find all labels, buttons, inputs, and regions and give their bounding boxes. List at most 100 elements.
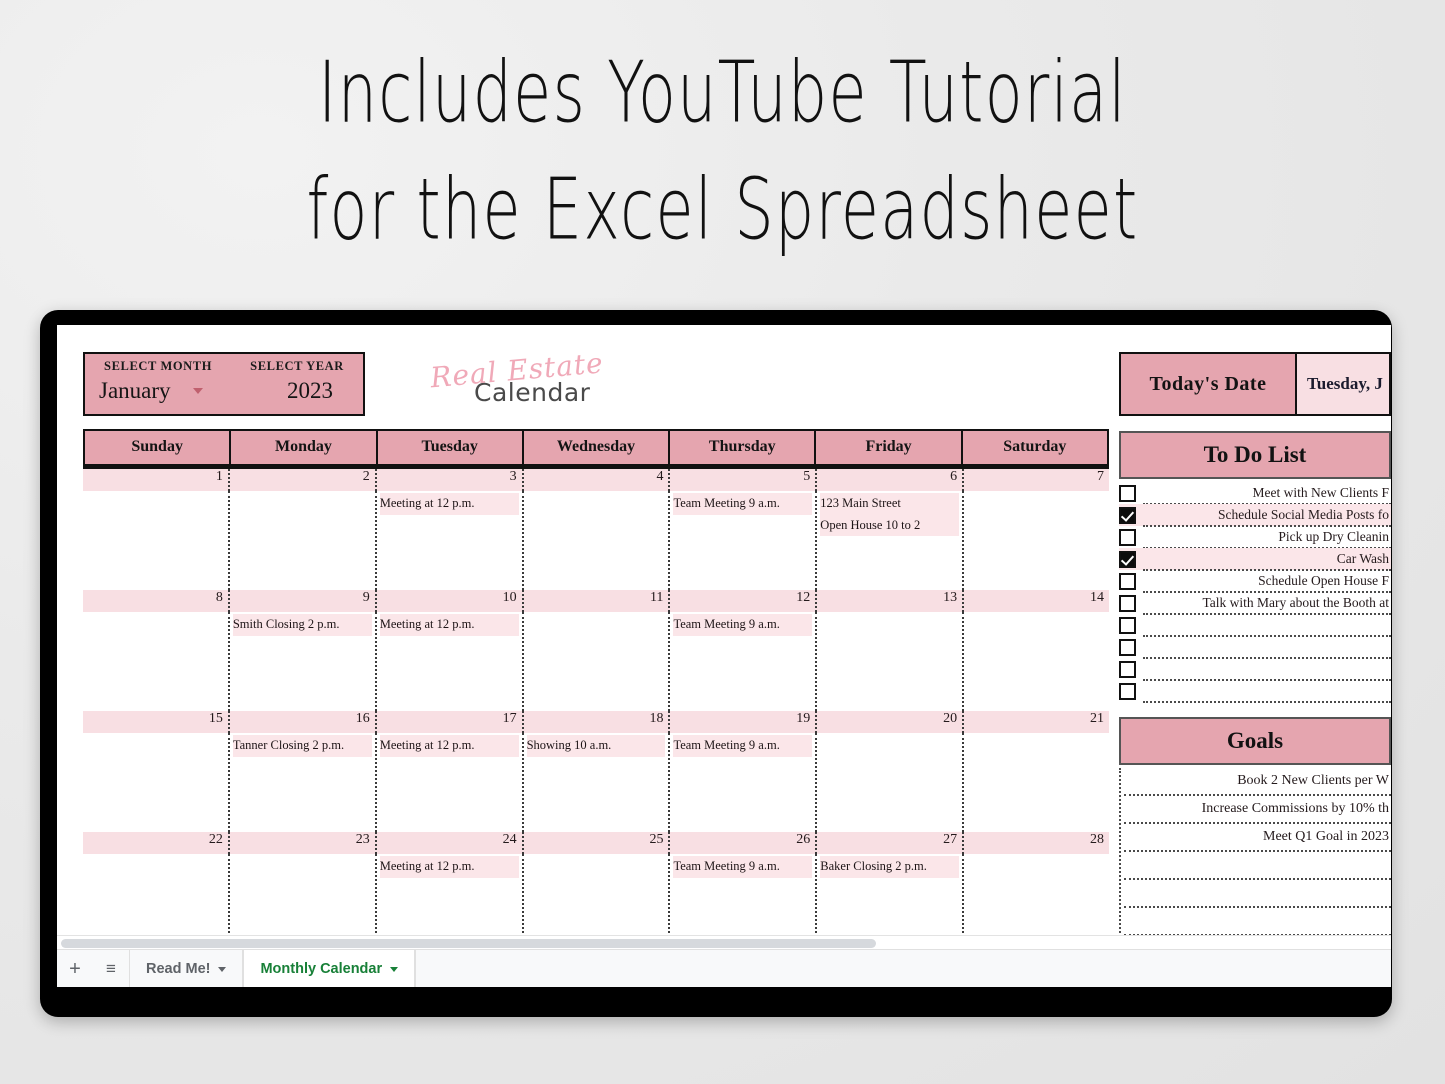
calendar-day-cell[interactable] bbox=[964, 612, 1109, 711]
calendar-day-cell[interactable]: Meeting at 12 p.m. bbox=[377, 854, 524, 935]
all-sheets-icon[interactable]: ≡ bbox=[93, 950, 129, 987]
day-number[interactable]: 22 bbox=[83, 832, 230, 854]
todo-item[interactable] bbox=[1119, 614, 1391, 637]
todo-item-label[interactable]: Talk with Mary about the Booth at bbox=[1143, 592, 1391, 615]
sheet-tab-monthly-calendar[interactable]: Monthly Calendar bbox=[243, 950, 416, 987]
calendar-day-cell[interactable]: Team Meeting 9 a.m. bbox=[670, 854, 818, 935]
day-number[interactable]: 28 bbox=[964, 832, 1109, 854]
checkbox-icon[interactable] bbox=[1119, 572, 1136, 590]
day-number[interactable]: 12 bbox=[670, 590, 818, 612]
calendar-day-cell[interactable] bbox=[230, 491, 377, 590]
calendar-day-cell[interactable]: Meeting at 12 p.m. bbox=[377, 733, 524, 832]
sheet-tab-read-me[interactable]: Read Me! bbox=[129, 950, 244, 987]
day-number[interactable]: 24 bbox=[377, 832, 524, 854]
calendar-day-cell[interactable] bbox=[83, 491, 230, 590]
chevron-down-icon[interactable] bbox=[218, 966, 227, 972]
calendar-day-cell[interactable]: Showing 10 a.m. bbox=[524, 733, 671, 832]
day-number[interactable]: 14 bbox=[964, 590, 1109, 612]
day-number[interactable]: 10 bbox=[377, 590, 524, 612]
calendar-day-cell[interactable] bbox=[964, 733, 1109, 832]
todo-item[interactable] bbox=[1119, 658, 1391, 681]
todo-item[interactable]: Schedule Open House F bbox=[1119, 570, 1391, 593]
horizontal-scrollbar-thumb[interactable] bbox=[61, 939, 876, 948]
checkbox-icon[interactable] bbox=[1119, 616, 1136, 634]
calendar-day-cell[interactable] bbox=[524, 491, 671, 590]
todo-item[interactable]: Pick up Dry Cleanin bbox=[1119, 526, 1391, 549]
goal-item[interactable]: Meet Q1 Goal in 2023 bbox=[1124, 824, 1391, 852]
todo-item-label[interactable] bbox=[1143, 636, 1391, 659]
todo-item[interactable] bbox=[1119, 680, 1391, 703]
day-number[interactable]: 4 bbox=[524, 469, 671, 491]
calendar-day-cell[interactable]: Team Meeting 9 a.m. bbox=[670, 612, 818, 711]
day-number[interactable]: 27 bbox=[817, 832, 965, 854]
calendar-day-cell[interactable] bbox=[83, 733, 230, 832]
day-number[interactable]: 25 bbox=[524, 832, 671, 854]
calendar-day-cell[interactable] bbox=[524, 854, 671, 935]
calendar-day-cell[interactable] bbox=[964, 491, 1109, 590]
goal-item[interactable] bbox=[1124, 852, 1391, 880]
day-number[interactable]: 2 bbox=[230, 469, 377, 491]
calendar-day-cell[interactable] bbox=[230, 854, 377, 935]
month-year-selector[interactable]: SELECT MONTH SELECT YEAR January 2023 bbox=[83, 352, 365, 416]
todo-item[interactable] bbox=[1119, 636, 1391, 659]
year-value[interactable]: 2023 bbox=[287, 378, 347, 404]
horizontal-scrollbar-track[interactable] bbox=[57, 935, 1391, 950]
checkbox-icon[interactable] bbox=[1119, 638, 1136, 656]
checkbox-icon[interactable] bbox=[1119, 594, 1136, 612]
day-number[interactable]: 9 bbox=[230, 590, 377, 612]
day-number[interactable]: 21 bbox=[964, 711, 1109, 733]
checkbox-icon[interactable] bbox=[1119, 660, 1136, 678]
calendar-day-cell[interactable]: Team Meeting 9 a.m. bbox=[670, 491, 818, 590]
todo-item[interactable]: Talk with Mary about the Booth at bbox=[1119, 592, 1391, 615]
day-number[interactable]: 18 bbox=[524, 711, 671, 733]
goal-item[interactable] bbox=[1124, 908, 1391, 935]
goal-item[interactable]: Book 2 New Clients per W bbox=[1124, 768, 1391, 796]
calendar-day-cell[interactable] bbox=[83, 612, 230, 711]
checkbox-icon[interactable] bbox=[1119, 484, 1136, 502]
calendar-day-cell[interactable] bbox=[964, 854, 1109, 935]
todo-item-label[interactable] bbox=[1143, 614, 1391, 637]
chevron-down-icon[interactable] bbox=[192, 388, 203, 394]
todo-item-label[interactable] bbox=[1143, 658, 1391, 681]
day-number[interactable]: 17 bbox=[377, 711, 524, 733]
todo-item[interactable]: Car Wash bbox=[1119, 548, 1391, 571]
checkbox-checked-icon[interactable] bbox=[1119, 550, 1136, 568]
todo-item-label[interactable] bbox=[1143, 680, 1391, 703]
month-dropdown[interactable]: January bbox=[99, 378, 203, 404]
day-number[interactable]: 20 bbox=[817, 711, 965, 733]
calendar-day-cell[interactable]: Baker Closing 2 p.m. bbox=[817, 854, 965, 935]
chevron-down-icon[interactable] bbox=[390, 966, 399, 972]
todo-item-label[interactable]: Pick up Dry Cleanin bbox=[1143, 526, 1391, 549]
todo-item-label[interactable]: Meet with New Clients F bbox=[1143, 482, 1391, 505]
calendar-day-cell[interactable]: Meeting at 12 p.m. bbox=[377, 491, 524, 590]
day-number[interactable]: 1 bbox=[83, 469, 230, 491]
checkbox-checked-icon[interactable] bbox=[1119, 506, 1136, 524]
todo-item[interactable]: Schedule Social Media Posts fo bbox=[1119, 504, 1391, 527]
day-number[interactable]: 19 bbox=[670, 711, 818, 733]
day-number[interactable]: 6 bbox=[817, 469, 965, 491]
calendar-day-cell[interactable]: Meeting at 12 p.m. bbox=[377, 612, 524, 711]
checkbox-icon[interactable] bbox=[1119, 528, 1136, 546]
calendar-day-cell[interactable] bbox=[817, 733, 965, 832]
day-number[interactable]: 11 bbox=[524, 590, 671, 612]
goal-item[interactable]: Increase Commissions by 10% th bbox=[1124, 796, 1391, 824]
todo-item-label[interactable]: Car Wash bbox=[1143, 548, 1391, 571]
day-number[interactable]: 26 bbox=[670, 832, 818, 854]
goal-item[interactable] bbox=[1124, 880, 1391, 908]
calendar-day-cell[interactable]: Smith Closing 2 p.m. bbox=[230, 612, 377, 711]
day-number[interactable]: 23 bbox=[230, 832, 377, 854]
day-number[interactable]: 7 bbox=[964, 469, 1109, 491]
calendar-day-cell[interactable] bbox=[83, 854, 230, 935]
day-number[interactable]: 3 bbox=[377, 469, 524, 491]
calendar-day-cell[interactable]: Team Meeting 9 a.m. bbox=[670, 733, 818, 832]
day-number[interactable]: 13 bbox=[817, 590, 965, 612]
todo-item[interactable]: Meet with New Clients F bbox=[1119, 482, 1391, 505]
calendar-day-cell[interactable] bbox=[817, 612, 965, 711]
day-number[interactable]: 15 bbox=[83, 711, 230, 733]
day-number[interactable]: 8 bbox=[83, 590, 230, 612]
calendar-day-cell[interactable] bbox=[524, 612, 671, 711]
todo-item-label[interactable]: Schedule Open House F bbox=[1143, 570, 1391, 593]
add-sheet-button[interactable]: + bbox=[57, 950, 93, 987]
day-number[interactable]: 5 bbox=[670, 469, 818, 491]
checkbox-icon[interactable] bbox=[1119, 682, 1136, 700]
